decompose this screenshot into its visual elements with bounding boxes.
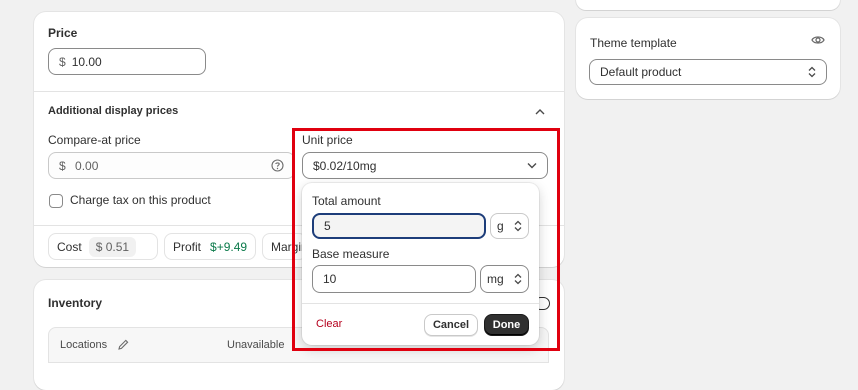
chevron-up-down-icon [808,66,816,78]
price-value: 10.00 [71,54,102,69]
cost-box: Cost $ 0.51 [48,233,158,260]
base-unit-select[interactable]: mg [480,265,529,293]
theme-template-card: Theme template Default product [576,18,840,99]
cost-value: $ 0.51 [88,236,137,257]
total-unit-select[interactable]: g [490,213,529,239]
col-locations: Locations [60,339,108,351]
inventory-heading: Inventory [48,296,103,310]
theme-template-label: Theme template [590,36,677,50]
clear-link[interactable]: Clear [316,318,342,330]
base-measure-input[interactable]: 10 [312,265,476,293]
total-amount-value: 5 [324,219,331,233]
additional-display-heading: Additional display prices [48,105,179,117]
charge-tax-checkbox[interactable] [49,194,63,208]
theme-template-select[interactable]: Default product [589,59,827,85]
help-icon[interactable] [271,159,284,172]
price-currency: $ [59,54,66,69]
price-input[interactable]: $ 10.00 [48,48,206,75]
margin-box: Margin [262,233,307,260]
compare-at-label: Compare-at price [48,133,141,147]
eye-icon[interactable] [811,34,825,46]
unit-price-label: Unit price [302,133,353,147]
chevron-down-icon [527,162,537,169]
done-button[interactable]: Done [484,314,529,336]
total-amount-label: Total amount [312,194,381,208]
cost-label: Cost [57,239,82,254]
compare-at-value: 0.00 [75,158,99,173]
price-heading: Price [48,26,78,40]
base-unit-value: mg [487,272,504,286]
total-amount-input[interactable]: 5 [312,213,486,239]
charge-tax-label: Charge tax on this product [70,193,211,207]
base-measure-value: 10 [323,272,337,286]
profit-label: Profit [173,239,202,254]
cancel-button[interactable]: Cancel [424,314,478,336]
profit-box: Profit $+9.49 [164,233,256,260]
chevron-up-down-icon [514,220,522,232]
divider [302,303,539,304]
top-right-card [576,0,840,10]
unit-price-select[interactable]: $0.02/10mg [302,152,548,179]
col-unavailable: Unavailable [227,339,285,351]
unit-price-popover: Total amount 5 g Base measure 10 mg Clea… [302,183,539,345]
compare-at-currency: $ [59,158,66,173]
compare-at-input[interactable]: $ 0.00 [48,152,295,179]
chevron-up-down-icon [514,273,522,285]
total-unit-value: g [497,219,504,233]
divider [34,91,564,92]
pencil-icon[interactable] [117,338,130,351]
theme-template-value: Default product [600,65,682,79]
profit-value: $+9.49 [210,239,248,254]
base-measure-label: Base measure [312,247,390,261]
chevron-up-icon[interactable] [535,108,545,115]
unit-price-value: $0.02/10mg [313,158,377,173]
